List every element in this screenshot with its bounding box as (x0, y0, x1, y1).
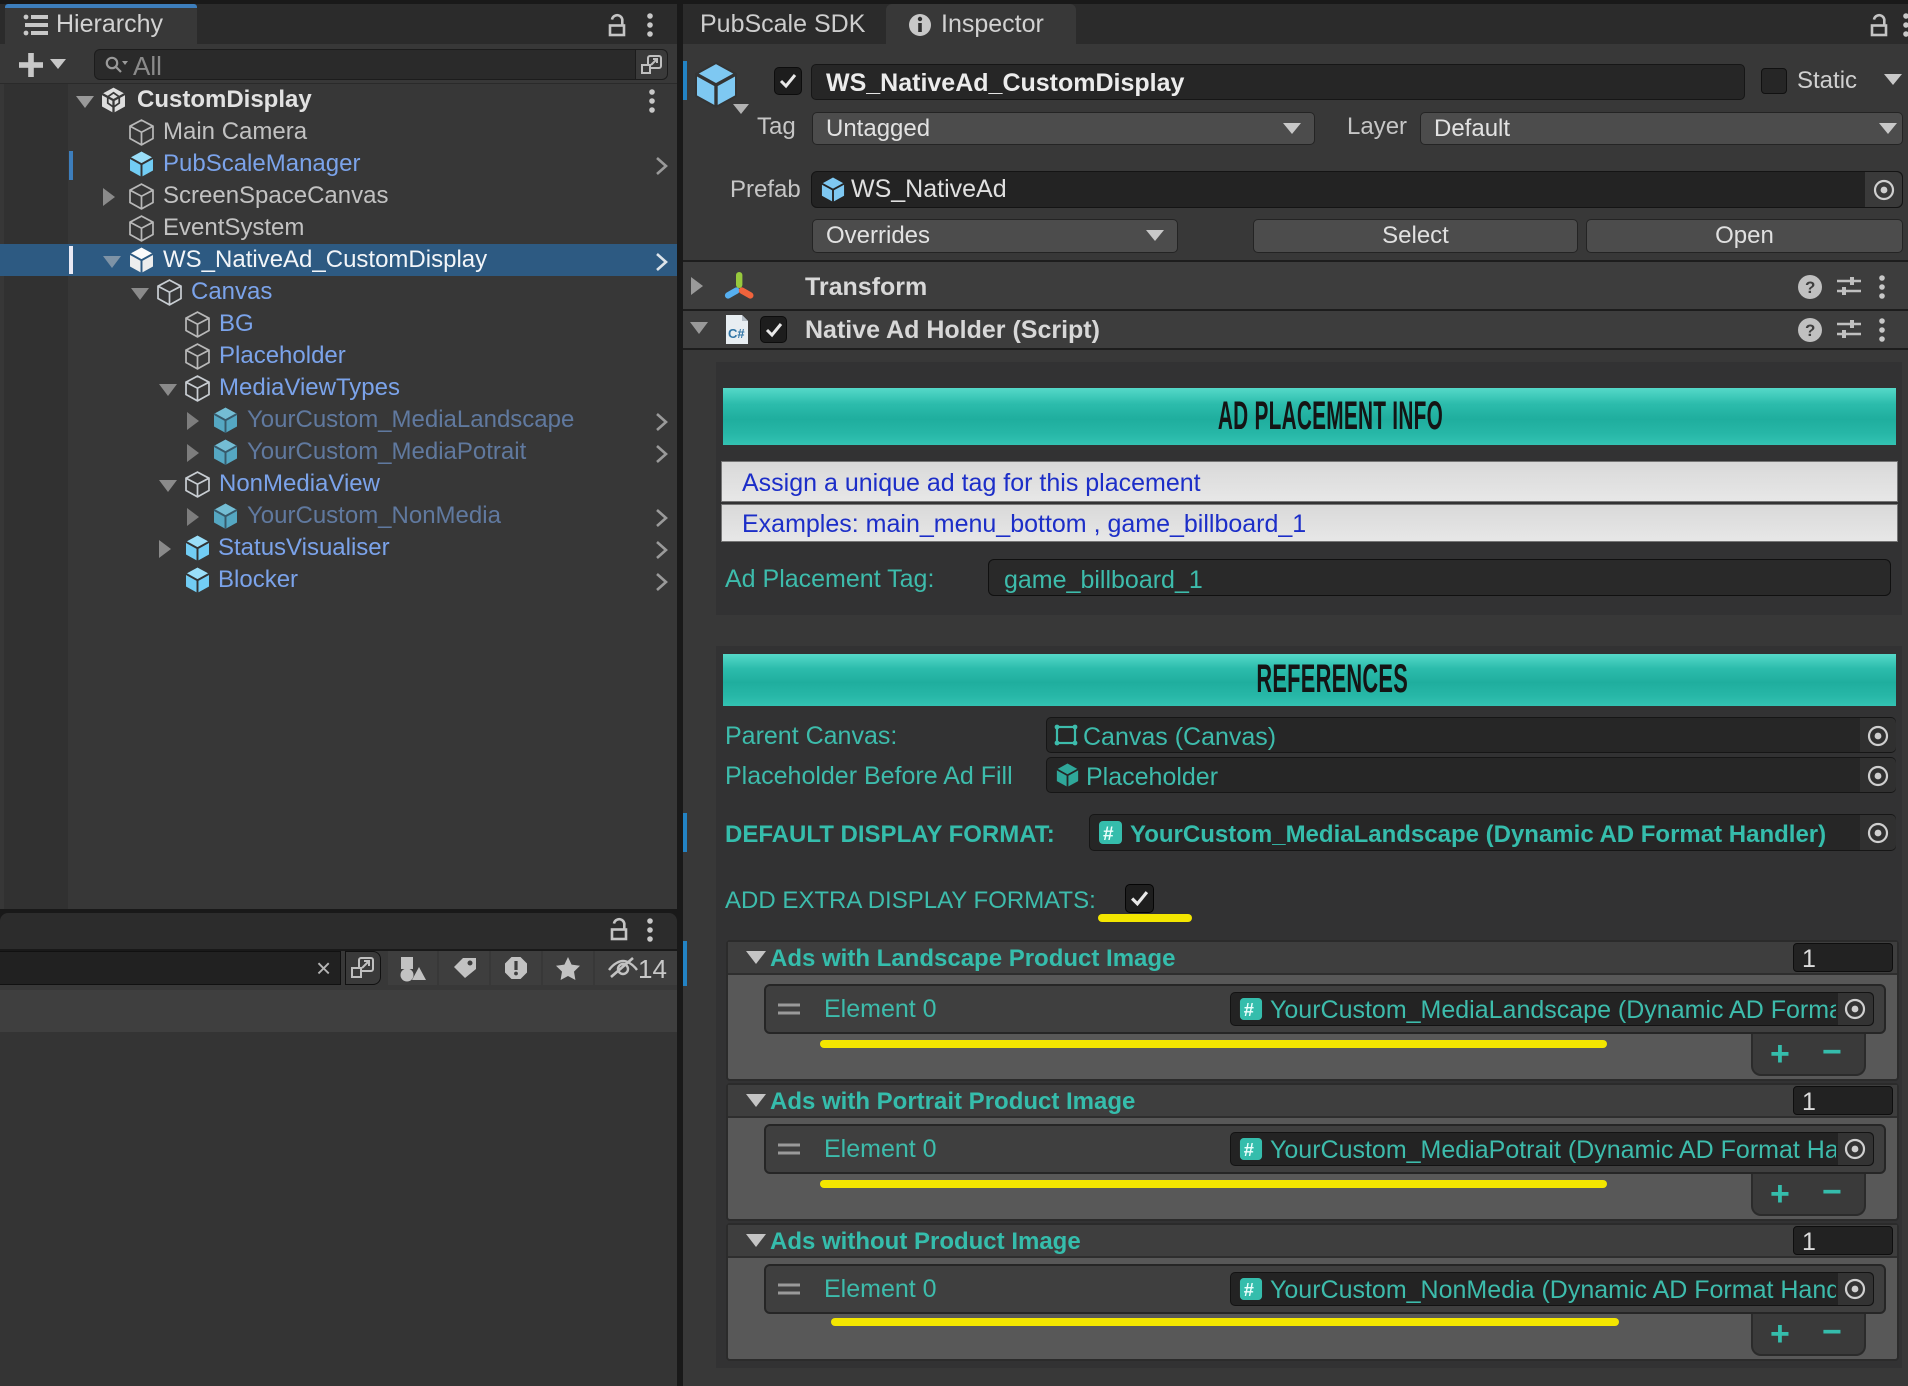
svg-text:?: ? (1805, 321, 1815, 340)
svg-text:#: # (1244, 1139, 1254, 1160)
svg-text:C#: C# (728, 326, 745, 341)
svg-text:#: # (1103, 824, 1114, 845)
svg-text:#: # (1244, 1279, 1254, 1300)
svg-text:?: ? (1805, 278, 1815, 297)
svg-text:#: # (1244, 999, 1254, 1020)
